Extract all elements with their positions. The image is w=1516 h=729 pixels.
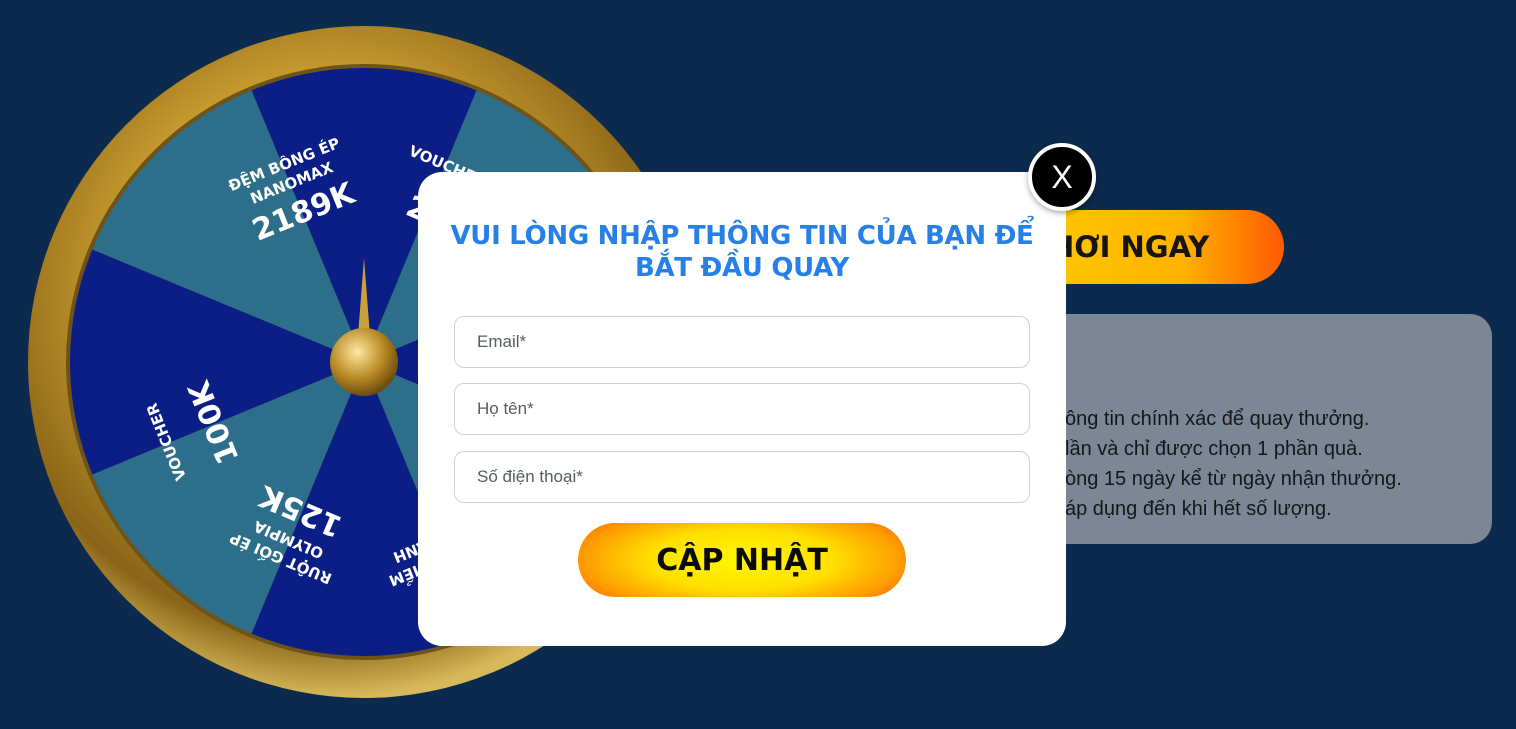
rule-item: òng 15 ngày kể từ ngày nhận thưởng.: [1065, 468, 1402, 490]
email-field[interactable]: [454, 316, 1030, 368]
update-button[interactable]: CẬP NHẬT: [578, 523, 906, 597]
full-name-field[interactable]: [454, 383, 1030, 435]
rules-list: ông tin chính xác để quay thưởng. lần và…: [1065, 404, 1492, 524]
rule-item: áp dụng đến khi hết số lượng.: [1065, 498, 1332, 520]
phone-field[interactable]: [454, 451, 1030, 503]
modal-title-line-2: BẮT ĐẦU QUAY: [634, 253, 850, 283]
info-modal: VUI LÒNG NHẬP THÔNG TIN CỦA BẠN ĐỂ BẮT Đ…: [418, 172, 1066, 646]
rule-item: ông tin chính xác để quay thưởng.: [1065, 408, 1370, 430]
modal-title: VUI LÒNG NHẬP THÔNG TIN CỦA BẠN ĐỂ BẮT Đ…: [448, 220, 1036, 284]
rule-item: lần và chỉ được chọn 1 phần quà.: [1065, 438, 1363, 460]
wheel-hub: [330, 328, 398, 396]
close-icon: X: [1051, 158, 1073, 195]
modal-title-line-1: VUI LÒNG NHẬP THÔNG TIN CỦA BẠN ĐỂ: [450, 221, 1034, 251]
close-modal-button[interactable]: X: [1028, 143, 1096, 211]
